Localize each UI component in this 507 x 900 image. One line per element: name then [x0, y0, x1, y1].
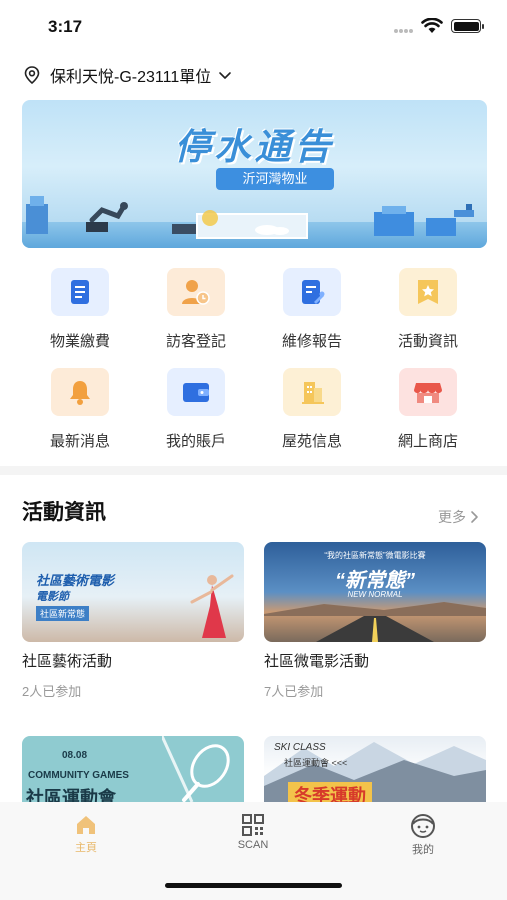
- card-image-title: 社區藝術電影: [36, 573, 115, 588]
- activity-card-image: 社區藝術電影 電影節 社區新常態: [22, 542, 244, 642]
- profile-icon: [411, 814, 435, 838]
- grid-item-repair-report[interactable]: 維修報告: [254, 268, 370, 351]
- road-illustration: [264, 602, 486, 642]
- tab-home[interactable]: 主頁: [46, 814, 126, 855]
- section-title: 活動資訊: [22, 501, 106, 524]
- qr-icon: [242, 814, 264, 836]
- tab-label: 主頁: [75, 842, 97, 854]
- repair-icon: [283, 268, 341, 316]
- grid-item-activity-info[interactable]: 活動資訊: [370, 268, 486, 351]
- card-image-date: 08.08: [62, 750, 88, 761]
- chevron-right-icon: [471, 511, 478, 523]
- card-image-sub: 社區運動會 <<<: [284, 758, 348, 768]
- tab-label: 我的: [412, 844, 434, 856]
- card-image-sub: COMMUNITY GAMES: [28, 770, 129, 781]
- grid-label: 活動資訊: [397, 333, 458, 350]
- activity-card-image: “我的社區新常態”微電影比賽 “新常態” NEW NORMAL: [264, 542, 486, 642]
- activity-card[interactable]: “我的社區新常態”微電影比賽 “新常態” NEW NORMAL 社區微電影活動 …: [264, 542, 486, 700]
- card-image-title2: 電影節: [36, 591, 69, 603]
- event-icon: [399, 268, 457, 316]
- banner-illustration: [26, 196, 474, 239]
- status-bar: 3:17: [0, 0, 507, 52]
- card-image-top: SKI CLASS: [274, 742, 326, 753]
- tab-label: SCAN: [237, 839, 269, 851]
- activity-card-title: 社區微電影活動: [264, 653, 370, 670]
- bell-icon: [51, 368, 109, 416]
- grid-label: 維修報告: [281, 333, 342, 350]
- grid-item-latest-news[interactable]: 最新消息: [22, 368, 138, 451]
- home-icon: [77, 816, 95, 834]
- grid-label: 我的賬戶: [165, 433, 226, 450]
- card-image-title: “新常態”: [335, 570, 415, 592]
- grid-item-visitor-registration[interactable]: 訪客登記: [138, 268, 254, 351]
- store-icon: [399, 368, 457, 416]
- card-image-sub: NEW NORMAL: [347, 590, 403, 599]
- wifi-icon: [421, 18, 443, 33]
- location-label: 保利天悅-G-23111單位: [50, 69, 212, 86]
- grid-item-estate-info[interactable]: 屋苑信息: [254, 368, 370, 451]
- activity-card[interactable]: 社區藝術電影 電影節 社區新常態 社區藝術活動 2人已参加: [22, 542, 244, 700]
- wallet-icon: [167, 368, 225, 416]
- grid-label: 屋苑信息: [281, 433, 342, 450]
- cellular-signal-icon: [394, 29, 413, 33]
- status-time: 3:17: [48, 17, 83, 36]
- card-image-tag: 社區新常態: [36, 606, 90, 621]
- section-divider: [0, 466, 507, 475]
- activity-card-title: 社區藝術活動: [22, 653, 113, 670]
- tennis-racket-icon: [162, 736, 230, 802]
- location-selector[interactable]: 保利天悅-G-23111單位: [22, 62, 233, 88]
- bill-icon: [51, 268, 109, 316]
- grid-item-online-store[interactable]: 網上商店: [370, 368, 486, 451]
- grid-item-property-fee[interactable]: 物業繳費: [22, 268, 138, 351]
- grid-label: 訪客登記: [165, 333, 226, 350]
- dancer-figure: [190, 574, 234, 638]
- notice-banner[interactable]: 停水通告 沂河灣物业: [22, 100, 487, 248]
- grid-label: 最新消息: [49, 433, 110, 450]
- location-pin-icon: [24, 66, 40, 85]
- grid-label: 網上商店: [397, 433, 458, 450]
- more-label: 更多: [438, 509, 466, 525]
- grid-item-my-account[interactable]: 我的賬戶: [138, 368, 254, 451]
- more-link[interactable]: 更多: [438, 507, 480, 527]
- tab-profile[interactable]: 我的: [383, 814, 463, 857]
- chevron-down-icon: [219, 72, 232, 79]
- grid-label: 物業繳費: [49, 333, 110, 350]
- building-icon: [283, 368, 341, 416]
- visitor-icon: [167, 268, 225, 316]
- card-image-top: “我的社區新常態”微電影比賽: [324, 551, 426, 560]
- activity-card-participants: 7人已参加: [264, 684, 324, 699]
- tab-scan[interactable]: SCAN: [213, 814, 293, 851]
- battery-icon: [451, 19, 484, 33]
- activity-card-participants: 2人已参加: [22, 684, 82, 699]
- home-indicator: [165, 883, 342, 888]
